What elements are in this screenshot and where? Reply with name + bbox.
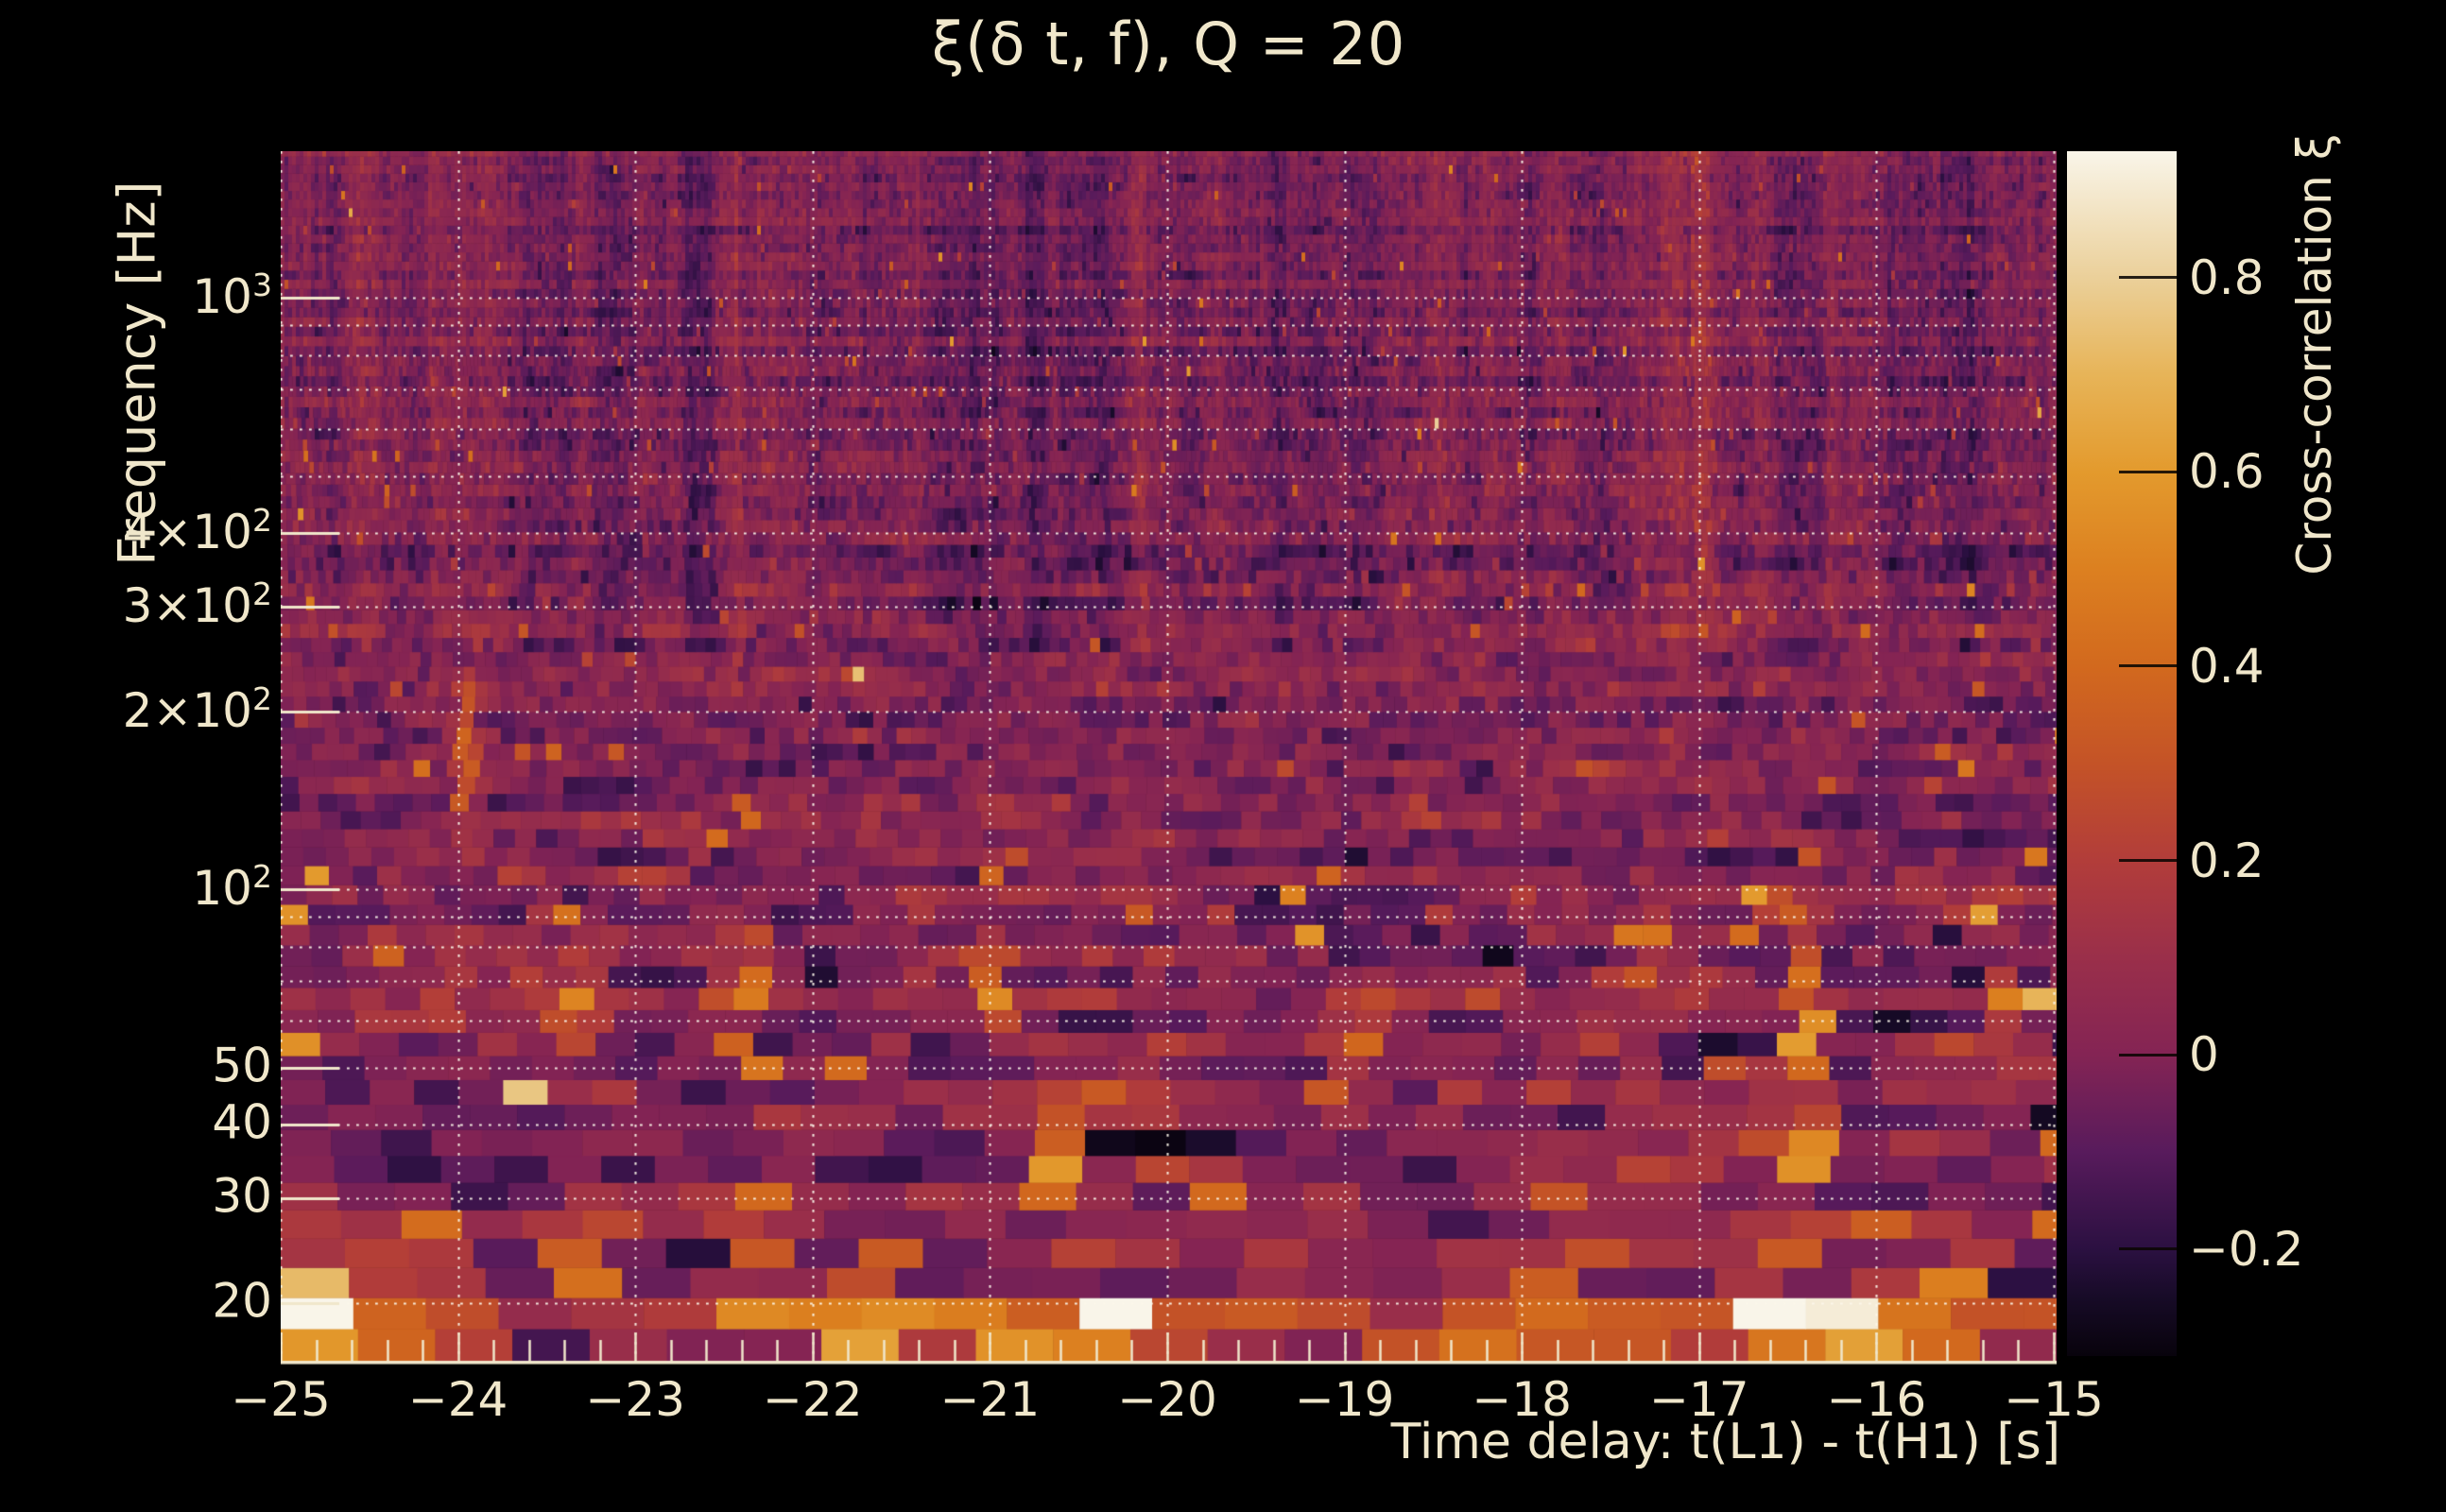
y-tick-label: 20 — [212, 1273, 272, 1328]
colorbar-gradient — [2067, 151, 2177, 1356]
colorbar-tick-label: 0.6 — [2189, 444, 2265, 499]
y-tick-label: 103 — [192, 266, 272, 324]
x-tick-label: −18 — [1472, 1372, 1572, 1427]
x-tick-label: −15 — [2004, 1372, 2104, 1427]
chart-title: ξ(δ t, f), Q = 20 — [281, 9, 2057, 78]
y-tick-label: 2×102 — [123, 680, 272, 738]
colorbar-tick-label: 0 — [2189, 1027, 2219, 1082]
y-tick-label: 50 — [212, 1038, 272, 1092]
colorbar-tick-mark — [2119, 859, 2177, 862]
colorbar-tick-mark — [2119, 276, 2177, 279]
colorbar-tick-label: 0.2 — [2189, 833, 2265, 888]
colorbar-tick-mark — [2119, 1247, 2177, 1250]
y-tick-label: 4×102 — [123, 502, 272, 559]
y-tick-label: 40 — [212, 1095, 272, 1150]
colorbar-title: Cross-correlation ξ — [2287, 133, 2342, 575]
y-tick-label: 102 — [192, 858, 272, 916]
x-tick-label: −25 — [231, 1372, 331, 1427]
y-tick-label: 3×102 — [123, 576, 272, 634]
x-tick-label: −17 — [1649, 1372, 1749, 1427]
y-tick-label: 30 — [212, 1169, 272, 1224]
heatmap-canvas — [281, 151, 2057, 1366]
x-tick-label: −23 — [585, 1372, 685, 1427]
figure: ξ(δ t, f), Q = 20 Time delay: t(L1) - t(… — [0, 0, 2446, 1512]
x-tick-label: −16 — [1827, 1372, 1927, 1427]
x-tick-label: −22 — [763, 1372, 863, 1427]
colorbar-tick-mark — [2119, 1054, 2177, 1057]
colorbar-tick-mark — [2119, 471, 2177, 473]
x-tick-label: −21 — [940, 1372, 1041, 1427]
colorbar-tick-label: 0.8 — [2189, 250, 2265, 305]
x-tick-label: −24 — [408, 1372, 508, 1427]
colorbar-tick-label: −0.2 — [2189, 1222, 2303, 1277]
x-tick-label: −20 — [1117, 1372, 1217, 1427]
colorbar-tick-label: 0.4 — [2189, 639, 2265, 694]
x-tick-label: −19 — [1295, 1372, 1395, 1427]
colorbar-tick-mark — [2119, 664, 2177, 667]
